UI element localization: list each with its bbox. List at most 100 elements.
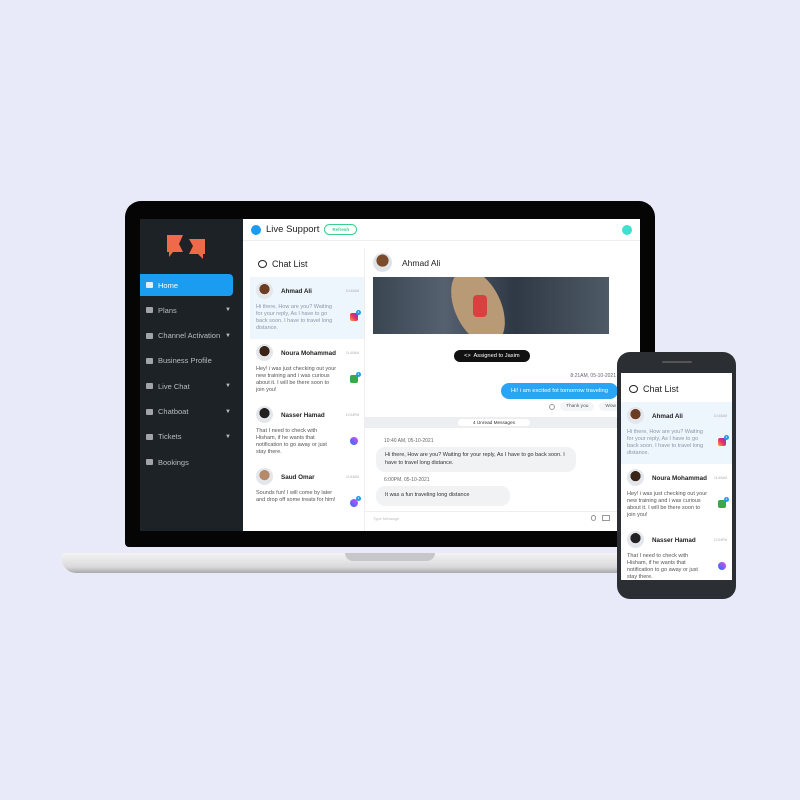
chevron-down-icon: ▼ <box>225 307 231 314</box>
asterisk-icon <box>146 332 153 339</box>
chat-list-item[interactable]: Noura Mohammad 11:40AM Hey! i was just c… <box>250 339 364 401</box>
contact-avatar <box>373 253 392 272</box>
outgoing-timestamp: 8:21AM, 05-10-2021 <box>570 373 616 379</box>
sidebar-item-label: Tickets <box>158 432 182 442</box>
ticket-icon <box>146 433 153 440</box>
sidebar-item-tickets[interactable]: Tickets ▼ <box>140 426 243 448</box>
chat-list-item[interactable]: Ahmad Ali 10:40AM Hi there, How are you?… <box>621 402 732 464</box>
contact-name: Noura Mohammad <box>652 475 707 482</box>
chat-list: Chat List Ahmad Ali 10:40AM Hi there, Ho… <box>250 248 364 531</box>
message-time: 12:04PM <box>713 538 727 542</box>
message-preview: Hi there, How are you? Waiting for your … <box>256 304 333 331</box>
refresh-button[interactable]: Refresh <box>324 224 358 235</box>
shared-image[interactable] <box>373 277 609 334</box>
user-icon <box>146 357 153 364</box>
chevron-down-icon: ▼ <box>225 433 231 440</box>
chevron-down-icon: ▼ <box>225 383 231 390</box>
message-time: 11:54AM <box>346 475 359 479</box>
sidebar-item-bookings[interactable]: Bookings <box>140 451 243 473</box>
chat-list-item[interactable]: Ahmad Ali 10:40AM Hi there, How are you?… <box>250 277 364 339</box>
chat-bubble-icon <box>258 260 267 268</box>
avatar <box>627 531 644 548</box>
avatar <box>627 469 644 486</box>
messenger-icon <box>718 562 726 570</box>
page-title: Live Support <box>266 224 320 235</box>
chevron-down-icon: ▼ <box>225 408 231 415</box>
incoming-timestamp: 6:00PM, 05-10-2021 <box>384 477 430 483</box>
sidebar-item-channel-activation[interactable]: Channel Activation ▼ <box>140 325 243 347</box>
laptop-screen: Home Plans ▼ Channel Activation ▼ Business Pr… <box>140 219 640 531</box>
unread-badge: 4 <box>356 372 361 377</box>
sidebar-item-label: Home <box>158 280 179 290</box>
chat-icon <box>146 383 153 390</box>
list-icon <box>146 408 153 415</box>
sidebar-item-business-profile[interactable]: Business Profile <box>140 350 243 372</box>
sidebar-item-label: Business Profile <box>158 356 212 366</box>
chat-list-item[interactable]: Saud Omar 11:54AM Sounds fun! I will com… <box>250 463 364 525</box>
sidebar-item-label: Channel Activation <box>158 331 221 341</box>
message-preview: Hey! i was just checking out your new tr… <box>256 366 337 393</box>
chat-list-item[interactable]: Nasser Hamad 12:04PM That I need to chec… <box>621 526 732 580</box>
assigned-label: Assigned to Jasim <box>473 353 520 359</box>
logo-icon <box>167 235 205 259</box>
sidebar-item-home[interactable]: Home <box>140 274 233 296</box>
message-time: 11:40AM <box>714 476 727 480</box>
unread-badge: 4 <box>724 435 729 440</box>
sidebar-item-plans[interactable]: Plans ▼ <box>140 299 243 321</box>
avatar <box>627 407 644 424</box>
chat-bubble-icon <box>629 385 638 393</box>
sidebar-item-label: Bookings <box>158 457 189 467</box>
contact-name: Nasser Hamad <box>281 412 325 419</box>
menu-icon[interactable] <box>251 224 261 235</box>
contact-name: Noura Mohammad <box>281 350 336 357</box>
contact-name: Ahmad Ali <box>652 413 683 420</box>
list-icon <box>146 307 153 314</box>
attachment-icon[interactable] <box>591 515 596 521</box>
message-preview: Sounds fun! I will come by later and dro… <box>256 490 336 503</box>
avatar <box>256 344 273 361</box>
message-time: 12:04PM <box>345 413 359 417</box>
sidebar: Home Plans ▼ Channel Activation ▼ Business Pr… <box>140 219 243 531</box>
main-area: Live Support Refresh Chat List Ahmad Ali… <box>243 219 640 531</box>
image-icon[interactable] <box>602 515 610 521</box>
laptop-notch <box>345 553 435 561</box>
message-time: 10:40AM <box>713 414 727 418</box>
emoji-icon[interactable] <box>549 403 556 410</box>
chat-list-item[interactable]: Nasser Hamad 12:04PM That I need to chec… <box>250 401 364 463</box>
message-preview: Hey! i was just checking out your new tr… <box>627 491 708 518</box>
chevron-down-icon: ▼ <box>225 332 231 339</box>
chat-list-title: Chat List <box>643 384 679 394</box>
contact-name: Ahmad Ali <box>402 257 441 268</box>
sidebar-item-live-chat[interactable]: Live Chat ▼ <box>140 375 243 397</box>
phone-screen: Chat List Ahmad Ali 10:40AM Hi there, Ho… <box>621 373 732 580</box>
sidebar-item-label: Chatboat <box>158 407 189 416</box>
user-avatar[interactable] <box>622 225 632 235</box>
message-input[interactable]: Type Message <box>365 511 623 525</box>
assigned-badge: <> Assigned to Jasim <box>454 350 530 362</box>
message-preview: Hi there, How are you? Waiting for your … <box>627 429 704 456</box>
contact-name: Nasser Hamad <box>652 537 696 544</box>
avatar <box>256 282 273 299</box>
chat-list-item[interactable]: Noura Mohammad 11:40AM Hey! i was just c… <box>621 464 732 526</box>
sidebar-item-label: Live Chat <box>158 381 190 391</box>
contact-name: Saud Omar <box>281 474 315 481</box>
outgoing-message: Hi! i am excited fot tomorrow traveling <box>501 383 618 399</box>
chat-list-title: Chat List <box>272 259 308 269</box>
incoming-message: It was a fun traveling long distance <box>376 486 510 506</box>
message-time: 11:40AM <box>346 351 359 355</box>
avatar <box>256 468 273 485</box>
home-icon <box>146 282 153 288</box>
top-bar: Live Support Refresh <box>243 219 640 241</box>
avatar <box>256 406 273 423</box>
tag-icon <box>146 459 153 466</box>
sidebar-item-label: Plans <box>158 305 177 315</box>
quick-reply[interactable]: Thank you <box>560 402 595 411</box>
messenger-icon <box>350 437 358 445</box>
unread-badge: 4 <box>356 310 361 315</box>
incoming-message: Hi there, How are you? Waiting for your … <box>376 447 576 472</box>
contact-name: Ahmad Ali <box>281 288 312 295</box>
phone: Chat List Ahmad Ali 10:40AM Hi there, Ho… <box>617 352 736 599</box>
incoming-timestamp: 10:40 AM, 05-10-2021 <box>384 438 434 444</box>
message-time: 10:40AM <box>345 289 359 293</box>
sidebar-item-chatboat[interactable]: Chatboat ▼ <box>140 401 243 423</box>
